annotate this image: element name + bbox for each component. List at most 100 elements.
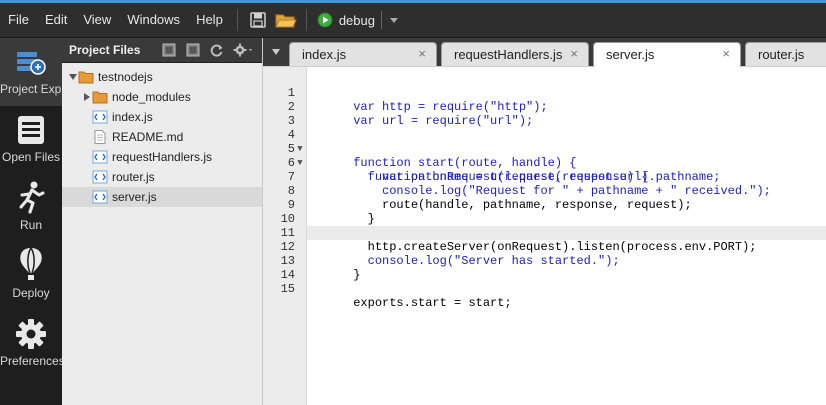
- file-tree: testnodejs node_modules index.js README.…: [62, 63, 262, 207]
- tree-item-node-modules[interactable]: node_modules: [62, 87, 262, 107]
- code-line[interactable]: 2 var url = require("url");: [288, 86, 826, 128]
- menu-windows[interactable]: Windows: [119, 3, 188, 37]
- line-number: 7: [287, 170, 295, 184]
- close-icon[interactable]: ×: [418, 46, 426, 61]
- line-number: 6: [287, 156, 295, 170]
- balloon-icon: [20, 247, 42, 280]
- activity-bar: Project Explorer Open Files Run: [0, 38, 62, 405]
- code-line[interactable]: 15 exports.start = start;: [281, 268, 826, 310]
- tree-item-label: node_modules: [112, 90, 191, 104]
- chevron-down-icon: [272, 49, 280, 55]
- line-number: 12: [280, 240, 295, 254]
- toolbar-separator: [305, 9, 307, 31]
- tree-item-label: server.js: [112, 190, 157, 204]
- line-number: 1: [287, 86, 295, 100]
- menu-edit[interactable]: Edit: [37, 3, 75, 37]
- chevron-down-icon[interactable]: [68, 73, 78, 81]
- tree-item-testnodejs[interactable]: testnodejs: [62, 67, 262, 87]
- menu-help[interactable]: Help: [188, 3, 231, 37]
- tree-item-label: index.js: [112, 110, 153, 124]
- runner-icon: [19, 181, 45, 214]
- project-files-panel: Project Files testnodejs node_modules in…: [62, 38, 263, 405]
- run-config-selector[interactable]: debug: [317, 11, 398, 29]
- activity-label: Run: [19, 218, 42, 232]
- code-line[interactable]: 11 http.createServer(onRequest).listen(p…: [281, 212, 826, 254]
- tree-item-request-handlers[interactable]: requestHandlers.js: [62, 147, 262, 167]
- line-number: 13: [280, 254, 295, 268]
- code-line[interactable]: 5 ▼ function onRequest(request, response…: [288, 128, 826, 184]
- tab-index-js[interactable]: index.js ×: [289, 42, 437, 66]
- js-file-icon: [92, 150, 108, 164]
- activity-deploy[interactable]: Deploy: [0, 242, 62, 310]
- close-icon[interactable]: ×: [570, 46, 578, 61]
- code-line-active[interactable]: 12 console.log("Server has started.");: [281, 226, 826, 268]
- save-icon: [250, 12, 266, 28]
- code-line[interactable]: 3: [288, 100, 826, 128]
- run-icon: [317, 12, 333, 28]
- activity-preferences[interactable]: Preferences: [0, 310, 62, 378]
- code-line[interactable]: 6 var pathname = url.parse(request.url).…: [288, 142, 826, 184]
- text-file-icon: [94, 130, 106, 144]
- tab-request-handlers[interactable]: requestHandlers.js ×: [441, 42, 589, 66]
- code-line[interactable]: 9 }: [288, 184, 826, 226]
- line-number: 10: [280, 212, 295, 226]
- tab-label: router.js: [758, 47, 805, 62]
- project-files-header: Project Files: [62, 38, 262, 63]
- js-file-icon: [92, 110, 108, 124]
- project-icon: [17, 52, 46, 75]
- save-button[interactable]: [246, 8, 270, 32]
- activity-open-files[interactable]: Open Files: [0, 106, 62, 174]
- tree-item-label: requestHandlers.js: [112, 150, 213, 164]
- code-line[interactable]: 1 var http = require("http");: [288, 72, 826, 114]
- open-folder-icon: [275, 14, 297, 28]
- collapse-all-button[interactable]: [160, 41, 178, 59]
- tab-router-js[interactable]: router.js: [745, 42, 826, 66]
- refresh-button[interactable]: [208, 41, 226, 59]
- refresh-icon: [210, 44, 223, 57]
- code-line[interactable]: 4 ▼ function start(route, handle) {: [288, 114, 826, 170]
- project-files-title: Project Files: [69, 43, 141, 57]
- activity-label: Open Files: [1, 150, 61, 164]
- chevron-down-icon: [389, 17, 398, 23]
- menu-view[interactable]: View: [75, 3, 119, 37]
- tab-label: server.js: [606, 47, 655, 62]
- tree-item-readme[interactable]: README.md: [62, 127, 262, 147]
- code-line[interactable]: 10: [281, 198, 826, 226]
- folder-icon: [92, 91, 108, 104]
- activity-label: Project Explorer: [0, 82, 62, 96]
- gear-icon: [16, 319, 46, 349]
- code-line[interactable]: 13 }: [281, 240, 826, 282]
- menu-bar: File Edit View Windows Help debug: [0, 3, 826, 38]
- run-config-label: debug: [338, 12, 375, 28]
- activity-run[interactable]: Run: [0, 174, 62, 242]
- chevron-right-icon[interactable]: [82, 93, 92, 101]
- fold-arrow-icon[interactable]: ▼: [295, 156, 305, 170]
- tab-server-js[interactable]: server.js ×: [593, 42, 741, 67]
- code-line[interactable]: 14: [281, 254, 826, 282]
- code-editor[interactable]: 1 var http = require("http"); 2 var url …: [263, 67, 826, 405]
- open-folder-button[interactable]: [274, 8, 298, 32]
- tab-list-button[interactable]: [267, 42, 285, 62]
- code-line[interactable]: 7 console.log("Request for " + pathname …: [288, 156, 826, 198]
- activity-project-explorer[interactable]: Project Explorer: [0, 38, 62, 106]
- tree-item-router-js[interactable]: router.js: [62, 167, 262, 187]
- editor-tab-bar: index.js × requestHandlers.js × server.j…: [263, 38, 826, 67]
- tree-item-server-js[interactable]: server.js: [62, 187, 262, 207]
- panel-settings-button[interactable]: [232, 41, 256, 59]
- tree-item-index-js[interactable]: index.js: [62, 107, 262, 127]
- js-file-icon: [92, 170, 108, 184]
- tree-item-label: README.md: [112, 130, 184, 144]
- code-content[interactable]: 1 var http = require("http"); 2 var url …: [281, 72, 826, 310]
- close-icon[interactable]: ×: [722, 46, 730, 61]
- js-file-icon: [92, 190, 108, 204]
- expand-all-button[interactable]: [184, 41, 202, 59]
- line-number: 11: [280, 226, 295, 240]
- menu-file[interactable]: File: [0, 3, 37, 37]
- fold-arrow-icon[interactable]: ▼: [295, 142, 305, 156]
- line-number: 14: [280, 268, 295, 282]
- code-line[interactable]: 8 route(handle, pathname, response, requ…: [288, 170, 826, 212]
- collapse-icon: [162, 43, 176, 57]
- tree-item-label: router.js: [112, 170, 155, 184]
- line-number: 3: [287, 114, 295, 128]
